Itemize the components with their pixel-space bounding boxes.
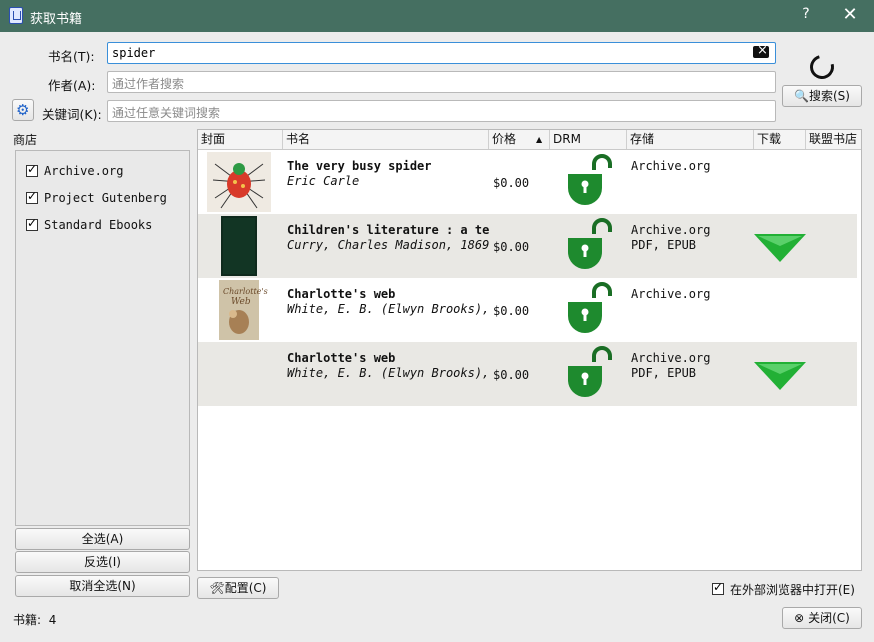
store-name: Archive.org (631, 351, 711, 365)
svg-text:Charlotte's: Charlotte's (223, 287, 268, 296)
book-cover-dark (221, 216, 257, 276)
column-drm[interactable]: DRM (550, 130, 627, 149)
book-title: Charlotte's web (287, 287, 396, 301)
column-affiliate[interactable]: 联盟书店 (806, 130, 861, 149)
settings-gear-button[interactable]: ⚙ (12, 99, 34, 121)
author-input[interactable]: 通过作者搜索 (107, 71, 776, 93)
gear-icon: ⚙ (16, 101, 30, 119)
stores-heading: 商店 (13, 133, 38, 147)
drm-unlocked-icon (568, 154, 612, 205)
book-author: Curry, Charles Madison, 1869-1944, (287, 238, 489, 252)
book-price: $0.00 (493, 304, 530, 318)
close-button-label: 关闭(C) (808, 611, 850, 625)
sort-ascending-icon: ▲ (536, 135, 543, 144)
column-store[interactable]: 存储 (627, 130, 754, 149)
book-author: White, E. B. (Elwyn Brooks), 1899- (287, 302, 489, 316)
book-author: White, E. B. (Elwyn Brooks), 1899- (287, 366, 489, 380)
book-count: 书籍: 4 (13, 611, 56, 628)
book-cover-spider (207, 152, 271, 212)
configure-button[interactable]: 🛠配置(C) (197, 577, 279, 599)
column-cover[interactable]: 封面 (198, 130, 283, 149)
loading-spinner-icon (805, 50, 839, 84)
results-table: 封面 书名 价格 ▲ DRM 存储 下载 联盟书店 The very busy s… (197, 129, 862, 571)
store-checkbox-gutenberg[interactable] (26, 189, 38, 204)
store-item-standard-ebooks[interactable]: Standard Ebooks (44, 218, 152, 232)
book-title: Children's literature : a textbook (287, 223, 489, 237)
column-price-label: 价格 (492, 132, 517, 146)
store-name: Archive.org (631, 159, 711, 173)
table-row[interactable]: Children's literature : a textbook Curry… (198, 214, 857, 278)
open-external-label[interactable]: 在外部浏览器中打开(E) (730, 581, 855, 598)
book-formats: PDF, EPUB (631, 366, 697, 380)
clear-text-icon[interactable] (753, 43, 769, 58)
configure-button-label: 配置(C) (224, 581, 267, 595)
store-item-archive[interactable]: Archive.org (44, 164, 123, 178)
search-icon: 🔍 (794, 89, 809, 103)
table-row[interactable]: Charlotte's Web Charlotte's web White, E… (198, 278, 857, 342)
svg-text:Web: Web (231, 297, 251, 307)
store-item-gutenberg[interactable]: Project Gutenberg (44, 191, 167, 205)
book-price: $0.00 (493, 176, 530, 190)
store-name: Archive.org (631, 287, 711, 301)
open-external-checkbox[interactable] (712, 580, 724, 595)
book-price: $0.00 (493, 240, 530, 254)
help-button[interactable]: ? (798, 6, 814, 22)
table-header: 封面 书名 价格 ▲ DRM 存储 下载 联盟书店 (198, 130, 861, 150)
deselect-all-button[interactable]: 取消全选(N) (15, 575, 190, 597)
column-title[interactable]: 书名 (283, 130, 489, 149)
store-list: Archive.org Project Gutenberg Standard E… (15, 150, 190, 526)
search-button[interactable]: 🔍搜索(S) (782, 85, 862, 107)
drm-unlocked-icon (568, 282, 612, 333)
book-formats: PDF, EPUB (631, 238, 697, 252)
column-price[interactable]: 价格 ▲ (489, 130, 550, 149)
drm-unlocked-icon (568, 218, 612, 269)
book-title: The very busy spider (287, 159, 432, 173)
author-label: 作者(A): (48, 78, 96, 93)
book-title: Charlotte's web (287, 351, 396, 365)
drm-unlocked-icon (568, 346, 612, 397)
window-title: 获取书籍 (30, 12, 83, 27)
table-row[interactable]: Charlotte's web White, E. B. (Elwyn Broo… (198, 342, 857, 406)
book-count-label: 书籍: (13, 613, 42, 627)
title-input[interactable]: spider (107, 42, 776, 64)
close-button[interactable]: ⊗ 关闭(C) (782, 607, 862, 629)
app-book-icon (9, 7, 23, 24)
store-checkbox-archive[interactable] (26, 162, 38, 177)
invert-selection-button[interactable]: 反选(I) (15, 551, 190, 573)
title-label: 书名(T): (48, 49, 95, 64)
download-arrow-icon[interactable] (752, 360, 808, 392)
keywords-label: 关键词(K): (42, 107, 102, 122)
search-button-label: 搜索(S) (808, 89, 850, 103)
book-author: Eric Carle (287, 174, 360, 188)
title-bar: 获取书籍 ? ✕ (0, 0, 874, 32)
book-price: $0.00 (493, 368, 530, 382)
close-window-button[interactable]: ✕ (838, 4, 862, 25)
download-arrow-icon[interactable] (752, 232, 808, 264)
tools-icon: 🛠 (209, 581, 225, 595)
select-all-button[interactable]: 全选(A) (15, 528, 190, 550)
book-cover-charlotte: Charlotte's Web (219, 280, 268, 340)
store-name: Archive.org (631, 223, 711, 237)
keywords-input[interactable]: 通过任意关键词搜索 (107, 100, 776, 122)
column-download[interactable]: 下载 (754, 130, 806, 149)
store-checkbox-standard-ebooks[interactable] (26, 216, 38, 231)
close-circle-icon: ⊗ (794, 611, 805, 625)
book-count-value: 4 (48, 613, 57, 627)
table-row[interactable]: The very busy spider Eric Carle $0.00 Ar… (198, 150, 857, 214)
